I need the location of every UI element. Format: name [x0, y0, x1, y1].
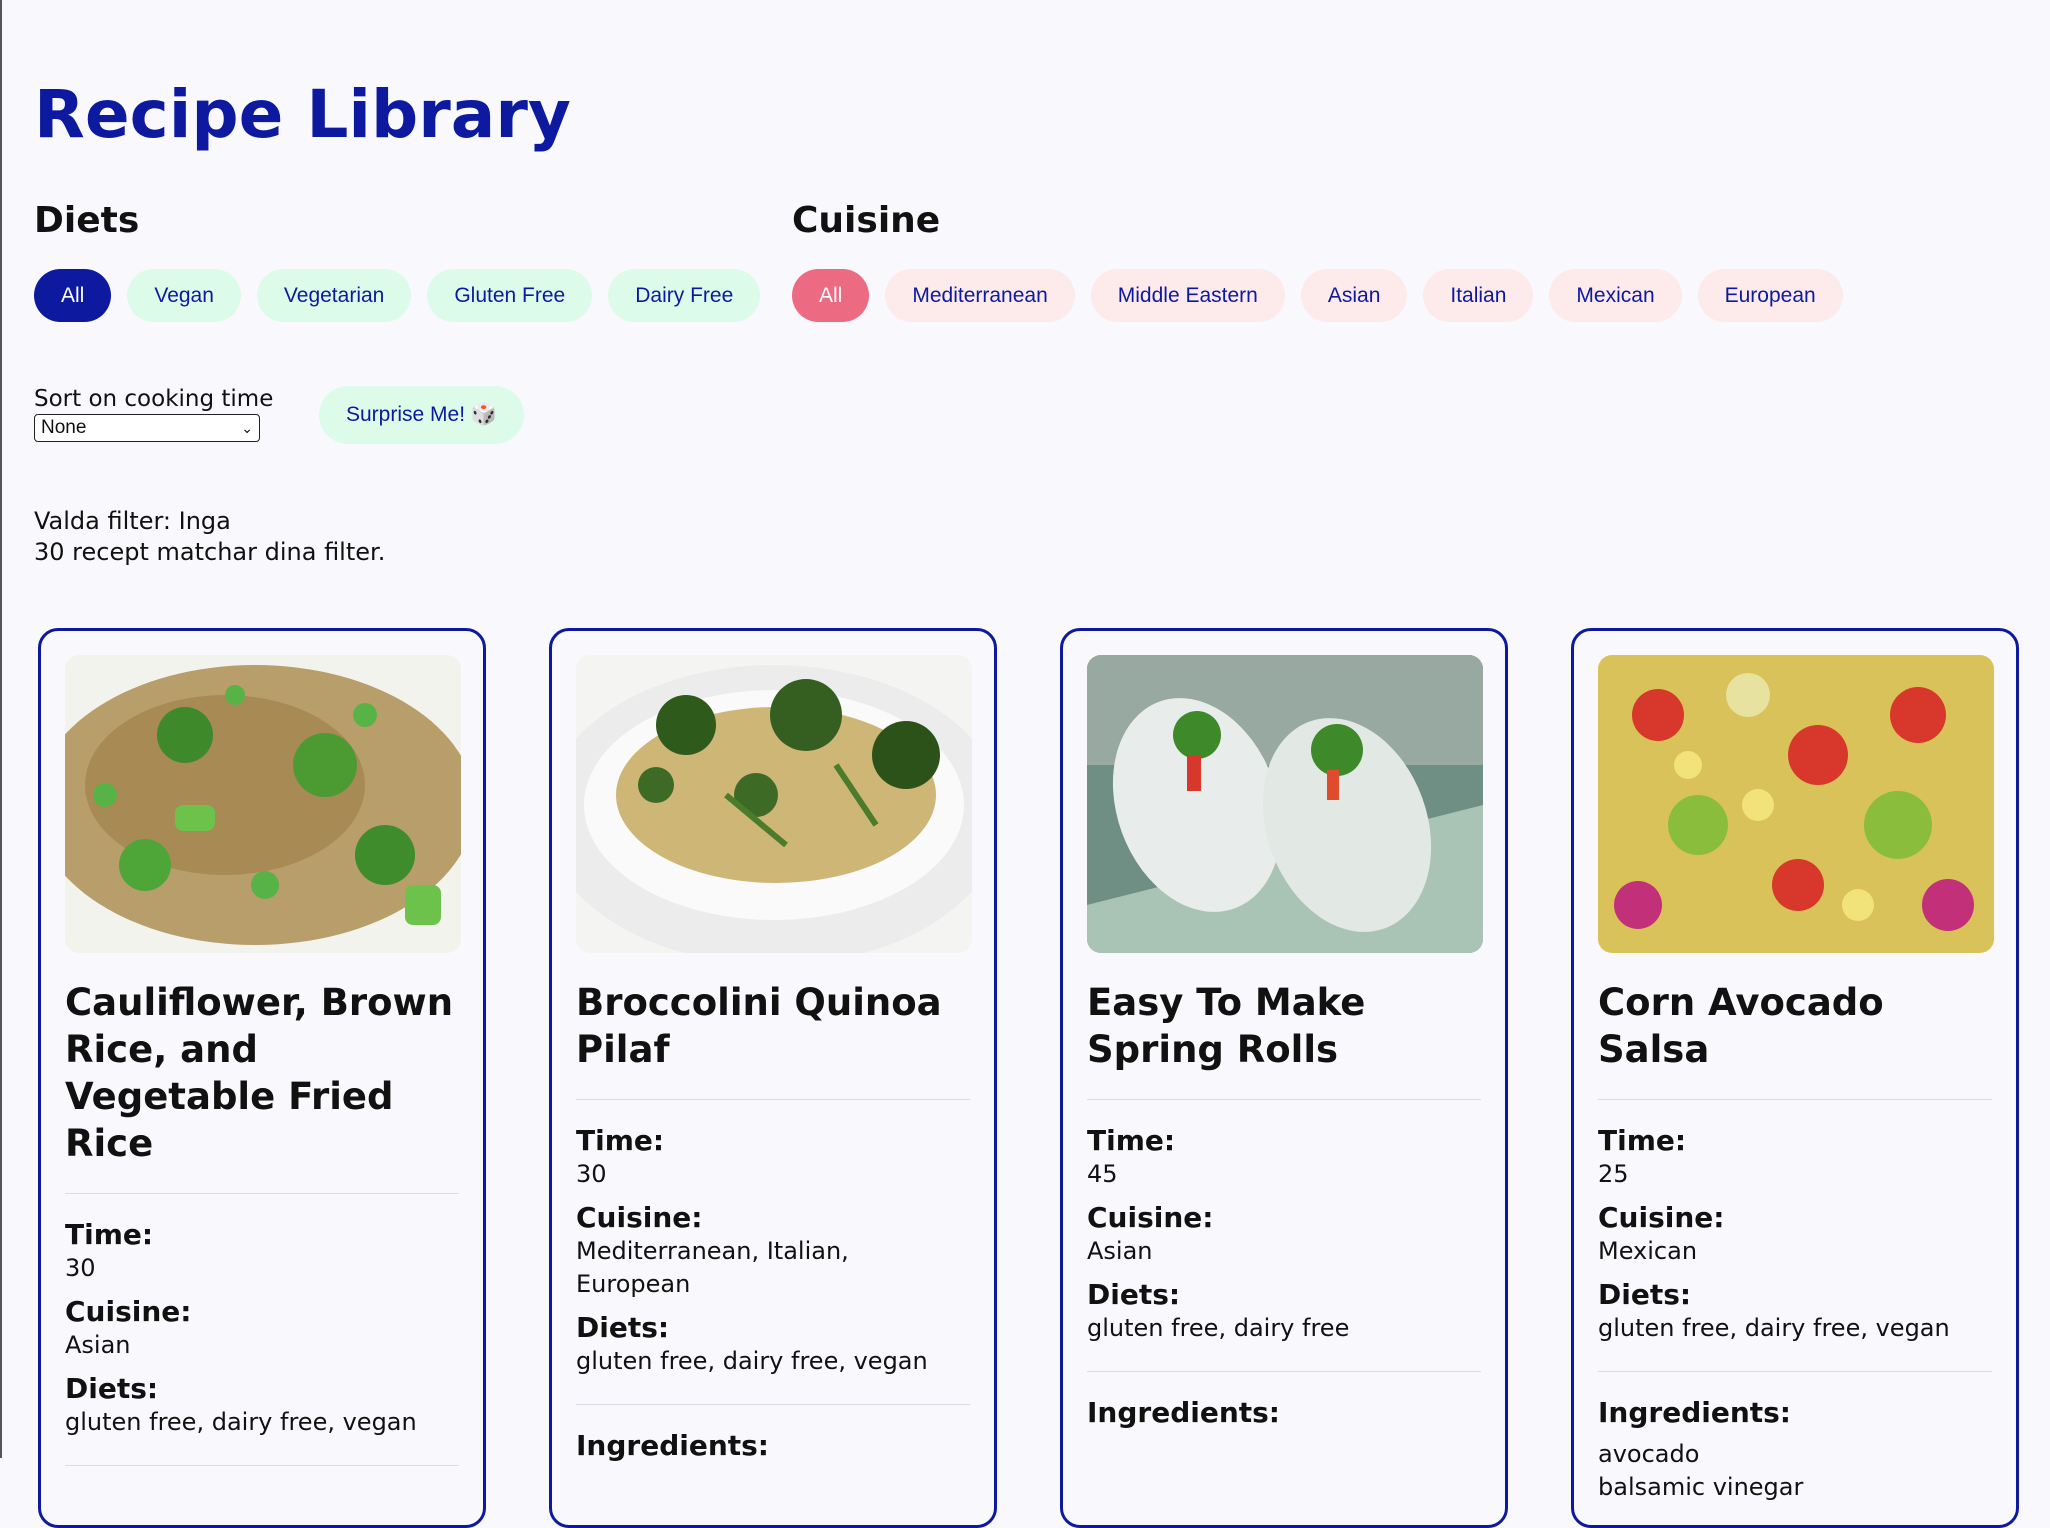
recipe-card[interactable]: Cauliflower, Brown Rice, and Vegetable F… — [38, 628, 486, 1528]
diet-chip-gluten-free[interactable]: Gluten Free — [427, 269, 593, 322]
surprise-me-button[interactable]: Surprise Me! 🎲 — [319, 386, 525, 444]
filter-status: Valda filter: Inga 30 recept matchar din… — [34, 506, 385, 568]
time-value: 30 — [576, 1160, 607, 1188]
cuisine-filter: Cuisine All Mediterranean Middle Eastern… — [792, 200, 1843, 322]
diet-chip-vegetarian[interactable]: Vegetarian — [256, 269, 412, 322]
ingredient-item: balsamic vinegar — [1598, 1473, 1804, 1501]
diets-value: gluten free, dairy free, vegan — [65, 1408, 417, 1436]
diets-label: Diets: — [1598, 1278, 1692, 1311]
divider — [1087, 1371, 1481, 1372]
diets-label: Diets: — [1087, 1278, 1181, 1311]
cuisine-label: Cuisine: — [1087, 1201, 1214, 1234]
diets-value: gluten free, dairy free, vegan — [576, 1347, 928, 1375]
diets-filter: Diets All Vegan Vegetarian Gluten Free D… — [34, 200, 761, 322]
cuisine-value: Asian — [1087, 1237, 1153, 1265]
recipe-title: Easy To Make Spring Rolls — [1087, 981, 1366, 1071]
divider — [1598, 1099, 1992, 1100]
recipe-image — [65, 655, 461, 953]
ingredients-label: Ingredients: — [1087, 1396, 1281, 1429]
recipe-grid: Cauliflower, Brown Rice, and Vegetable F… — [38, 628, 2019, 1528]
sort-selected-value: None — [41, 417, 87, 438]
diets-heading: Diets — [34, 200, 140, 241]
diet-chip-dairy-free[interactable]: Dairy Free — [608, 269, 761, 322]
cuisine-chip-european[interactable]: European — [1697, 269, 1843, 322]
cuisine-chip-middle-eastern[interactable]: Middle Eastern — [1090, 269, 1285, 322]
page-title: Recipe Library — [34, 76, 571, 153]
divider — [65, 1465, 459, 1466]
selected-filters-text: Valda filter: Inga — [34, 507, 231, 535]
recipe-image — [1598, 655, 1994, 953]
time-value: 30 — [65, 1254, 96, 1282]
divider — [1598, 1371, 1992, 1372]
cuisine-label: Cuisine: — [576, 1201, 703, 1234]
sort-control: Sort on cooking time None ⌄ — [34, 386, 273, 442]
cuisine-value: Mexican — [1598, 1237, 1698, 1265]
divider — [1087, 1099, 1481, 1100]
time-label: Time: — [1087, 1124, 1176, 1157]
time-value: 25 — [1598, 1160, 1629, 1188]
recipe-title: Broccolini Quinoa Pilaf — [576, 981, 942, 1071]
cuisine-chip-asian[interactable]: Asian — [1300, 269, 1408, 322]
cuisine-chips: All Mediterranean Middle Eastern Asian I… — [792, 269, 1843, 322]
cuisine-value: Asian — [65, 1331, 131, 1359]
time-value: 45 — [1087, 1160, 1118, 1188]
sort-label: Sort on cooking time — [34, 386, 274, 412]
recipe-card[interactable]: Broccolini Quinoa Pilaf Time: 30 Cuisine… — [549, 628, 997, 1528]
diet-chip-all[interactable]: All — [34, 269, 112, 322]
divider — [576, 1404, 970, 1405]
cuisine-chip-mexican[interactable]: Mexican — [1549, 269, 1682, 322]
recipe-card[interactable]: Corn Avocado Salsa Time: 25 Cuisine: Mex… — [1571, 628, 2019, 1528]
recipe-image — [1087, 655, 1483, 953]
divider — [576, 1099, 970, 1100]
cuisine-label: Cuisine: — [65, 1295, 192, 1328]
diets-label: Diets: — [65, 1372, 159, 1405]
cuisine-chip-mediterranean[interactable]: Mediterranean — [885, 269, 1075, 322]
page: Recipe Library Diets All Vegan Vegetaria… — [34, 0, 2050, 1528]
cuisine-heading: Cuisine — [792, 200, 941, 241]
time-label: Time: — [1598, 1124, 1687, 1157]
diet-chip-vegan[interactable]: Vegan — [127, 269, 241, 322]
diets-value: gluten free, dairy free — [1087, 1314, 1350, 1342]
surprise-label: Surprise Me! 🎲 — [346, 403, 498, 426]
cuisine-label: Cuisine: — [1598, 1201, 1725, 1234]
cuisine-chip-italian[interactable]: Italian — [1423, 269, 1534, 322]
sort-select[interactable]: None ⌄ — [34, 414, 260, 442]
match-count-text: 30 recept matchar dina filter. — [34, 538, 386, 566]
cuisine-value: Mediterranean, Italian, European — [576, 1237, 849, 1298]
ingredients-list: avocado balsamic vinegar — [1598, 1438, 1992, 1504]
ingredients-label: Ingredients: — [1598, 1396, 1792, 1429]
cuisine-chip-all[interactable]: All — [792, 269, 870, 322]
time-label: Time: — [65, 1218, 154, 1251]
diet-chips: All Vegan Vegetarian Gluten Free Dairy F… — [34, 269, 761, 322]
recipe-image — [576, 655, 972, 953]
recipe-card[interactable]: Easy To Make Spring Rolls Time: 45 Cuisi… — [1060, 628, 1508, 1528]
time-label: Time: — [576, 1124, 665, 1157]
recipe-title: Corn Avocado Salsa — [1598, 981, 1884, 1071]
chevron-down-icon: ⌄ — [241, 419, 253, 436]
ingredient-item: avocado — [1598, 1440, 1700, 1468]
recipe-title: Cauliflower, Brown Rice, and Vegetable F… — [65, 981, 454, 1165]
diets-value: gluten free, dairy free, vegan — [1598, 1314, 1950, 1342]
diets-label: Diets: — [576, 1311, 670, 1344]
divider — [65, 1193, 459, 1194]
